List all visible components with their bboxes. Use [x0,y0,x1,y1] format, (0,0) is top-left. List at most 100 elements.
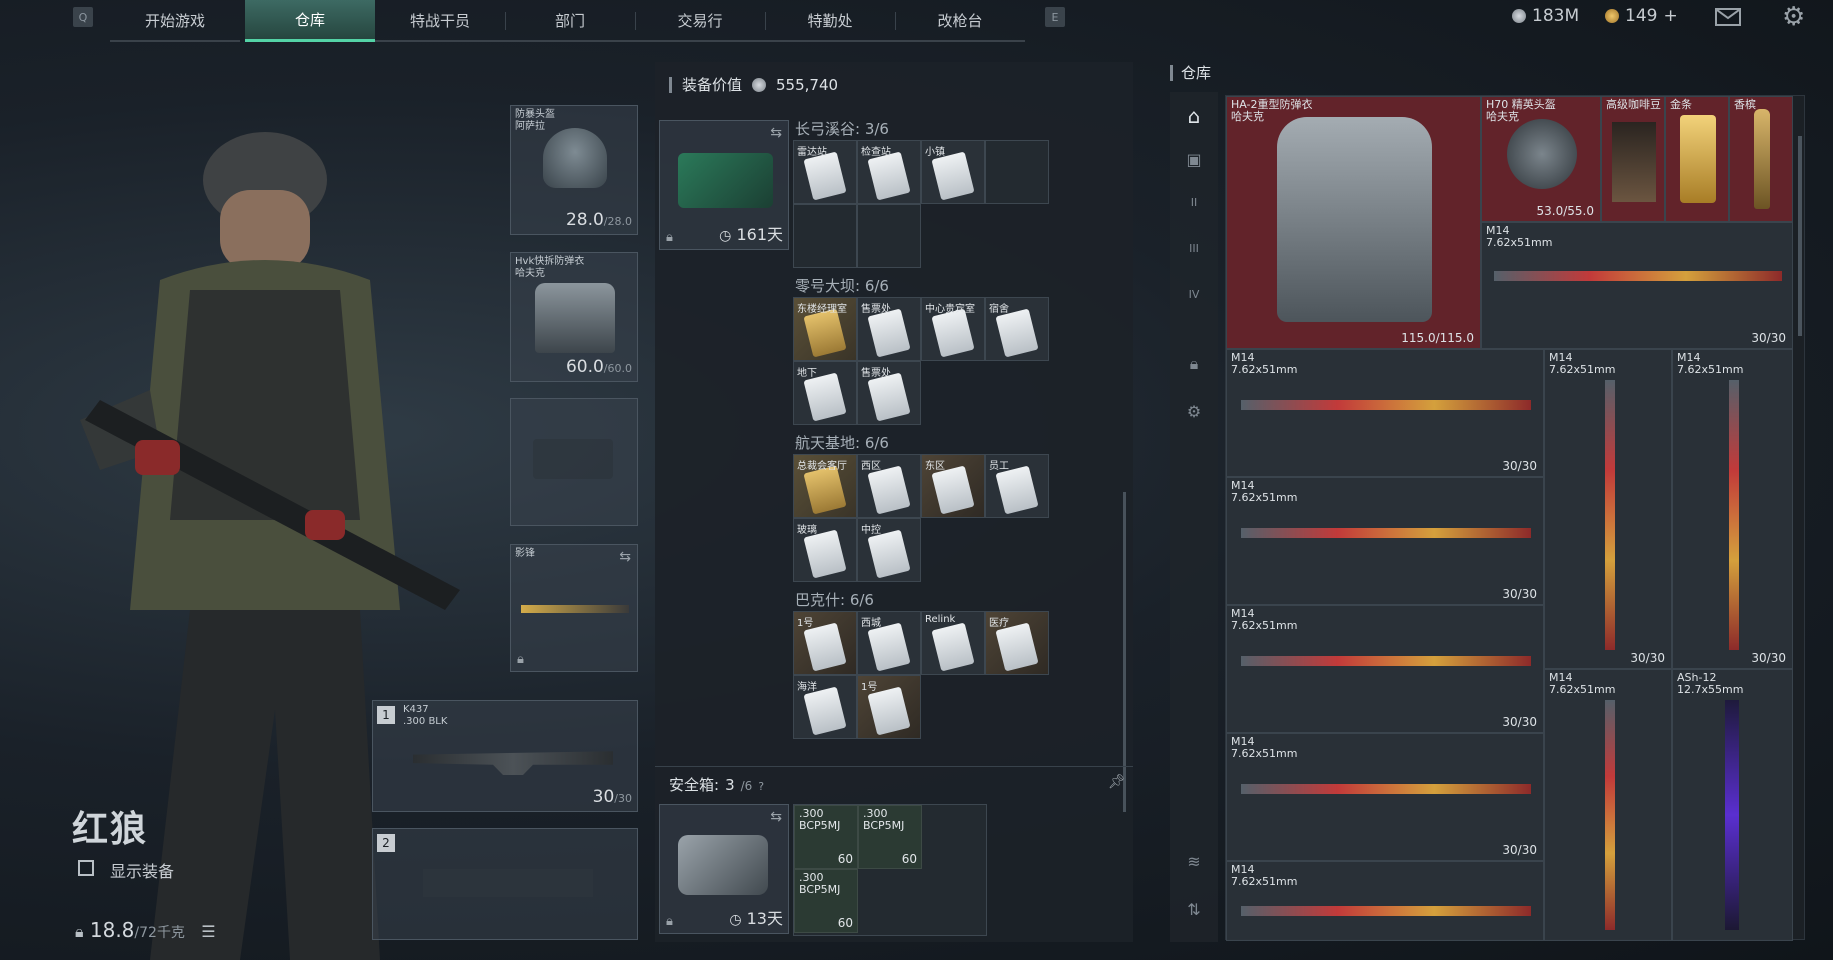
key-cell[interactable]: 员工 [985,454,1049,518]
key-cell[interactable]: 1号 [793,611,857,675]
safe-box-image [678,835,768,895]
tab-gunsmith[interactable]: 改枪台 [895,0,1025,42]
group-title: 长弓溪谷: 3/6 [795,120,889,138]
gear-icon[interactable]: ⚙ [1782,4,1805,30]
key-cell[interactable]: 售票处 [857,361,921,425]
clock-icon: ◷ [719,228,732,244]
primary-weapon-slot[interactable]: 1 K437 .300 BLK 30/30 [372,700,638,812]
key-cell[interactable]: 海洋 [793,675,857,739]
stash-gun-item-vertical[interactable]: M14 7.62x51mm 30/30 [1672,349,1793,669]
key-cell[interactable]: 东区 [921,454,985,518]
stash-armor-item[interactable]: HA-2重型防弹衣 哈夫克 115.0/115.0 [1226,96,1481,349]
pin-icon[interactable]: 📌︎ [1108,774,1126,790]
empty-key-cell[interactable] [857,204,921,268]
key-cell[interactable]: 西区 [857,454,921,518]
key-case-slot[interactable]: ⇆ 🔒︎ ◷ 161天 [659,120,789,250]
stash-gun-item[interactable]: M14 7.62x51mm 30/30 [1226,605,1544,733]
stash-helmet-item[interactable]: H70 精英头盔 哈夫克 53.0/55.0 [1481,96,1601,222]
key-cell[interactable]: 中控 [857,518,921,582]
tab-trade[interactable]: 交易行 [635,0,765,42]
key-cell[interactable]: 中心贵宾室 [921,297,985,361]
primary-weapon-image [413,751,613,775]
key-grid-changgong: 雷达站 检查站 小镇 [793,140,1053,270]
stash-gun-item[interactable]: M14 7.62x51mm 30/30 [1481,222,1793,349]
stash-gun-item[interactable]: M14 7.62x51mm [1226,861,1544,941]
gold-coin-icon [1605,9,1619,23]
operator-name: 红狼 [72,809,149,850]
stash-gun-item-vertical[interactable]: M14 7.62x51mm 30/30 [1544,349,1672,669]
melee-slot[interactable]: 影锋 ⇆ 🔒︎ [510,544,638,672]
armor-slot[interactable]: Hvk快拆防弹衣 哈夫克 60.0/60.0 [510,252,638,382]
group-title: 航天基地: 6/6 [795,434,889,452]
layers-icon[interactable]: ≋ [1182,852,1206,876]
stash-gold-item[interactable]: 金条 [1665,96,1729,222]
swap-icon[interactable]: ⇆ [619,549,631,565]
show-gear-checkbox[interactable] [78,860,94,876]
scrollbar[interactable] [1798,136,1802,336]
ammo-cell[interactable]: .300 BCP5MJ 60 [858,805,922,869]
help-icon[interactable]: ? [758,780,764,793]
warehouse-icon[interactable]: ⌂ [1182,104,1206,128]
gun-image [1605,380,1615,650]
sort-icon[interactable]: ⇅ [1182,900,1206,924]
key-cell[interactable]: 小镇 [921,140,985,204]
stash-page-iii-icon[interactable]: III [1182,242,1206,266]
tab-warehouse[interactable]: 仓库 [245,0,375,42]
key-cell[interactable]: 宿舍 [985,297,1049,361]
key-cell[interactable]: 1号 [857,675,921,739]
stash-page-iv-icon[interactable]: IV [1182,288,1206,312]
safe-box-slot[interactable]: ⇆ 🔒︎ ◷ 13天 [659,804,789,934]
stash-gun-item[interactable]: M14 7.62x51mm 30/30 [1226,349,1544,477]
key-cell[interactable]: 总裁会客厅 [793,454,857,518]
tab-special-ops[interactable]: 特勤处 [765,0,895,42]
key-cell[interactable]: 西城 [857,611,921,675]
silver-coin-icon [1512,9,1526,23]
gear-icon[interactable]: ⚙ [1182,402,1206,426]
tab-start-game[interactable]: 开始游戏 [110,0,240,42]
stash-gun-item[interactable]: M14 7.62x51mm 30/30 [1226,477,1544,605]
lock-icon: 🔒︎ [666,230,673,245]
empty-key-cell[interactable] [985,140,1049,204]
stash-page-ii-icon[interactable]: II [1182,196,1206,220]
stash-gun-item-vertical[interactable]: M14 7.62x51mm [1544,669,1672,941]
swap-icon[interactable]: ⇆ [770,809,782,825]
helmet-slot[interactable]: 防暴头盔 阿萨拉 28.0/28.0 [510,105,638,235]
key-cell[interactable]: 雷达站 [793,140,857,204]
key-cell[interactable]: 玻璃 [793,518,857,582]
swap-icon[interactable]: ⇆ [770,125,782,141]
lock-icon: 🔒︎ [666,914,673,929]
gun-image [1729,380,1739,650]
secondary-weapon-slot[interactable]: 2 [372,828,638,940]
pistol-slot[interactable] [510,398,638,526]
tab-department[interactable]: 部门 [505,0,635,42]
empty-key-cell[interactable] [793,204,857,268]
melee-image [521,605,629,613]
stash-ash12-item[interactable]: ASh-12 12.7x55mm [1672,669,1793,941]
stash-gun-item[interactable]: M14 7.62x51mm 30/30 [1226,733,1544,861]
key-cell[interactable]: 医疗 [985,611,1049,675]
lock-icon[interactable]: 🔒︎ [1182,354,1206,378]
key-cell[interactable]: 检查站 [857,140,921,204]
secondary-placeholder-icon [423,869,593,897]
ammo-cell[interactable]: .300 BCP5MJ 60 [794,805,858,869]
ammo-cell[interactable]: .300 BCP5MJ 60 [794,869,858,933]
equip-value: 555,740 [776,75,839,94]
key-cell[interactable]: Relink [921,611,985,675]
tab-operators[interactable]: 特战干员 [375,0,505,42]
gun-image [1241,656,1531,666]
list-icon[interactable]: ☰ [201,922,215,941]
stash-page-icon[interactable]: ▣ [1182,150,1206,174]
safe-box-label: 安全箱: [669,776,720,794]
mail-icon[interactable] [1715,8,1741,26]
scrollbar[interactable] [1123,492,1126,812]
stash-champagne-item[interactable]: 香槟 [1729,96,1793,222]
ash12-image [1725,700,1739,930]
key-cell[interactable]: 地下 [793,361,857,425]
currency-gold[interactable]: 149 + [1605,6,1678,26]
stash-header: 仓库 [1170,62,1211,83]
add-currency-icon[interactable]: + [1663,6,1677,26]
currency-silver-value: 183M [1532,6,1580,26]
stash-coffee-item[interactable]: 高级咖啡豆 [1601,96,1665,222]
key-cell[interactable]: 售票处 [857,297,921,361]
key-cell[interactable]: 东楼经理室 [793,297,857,361]
